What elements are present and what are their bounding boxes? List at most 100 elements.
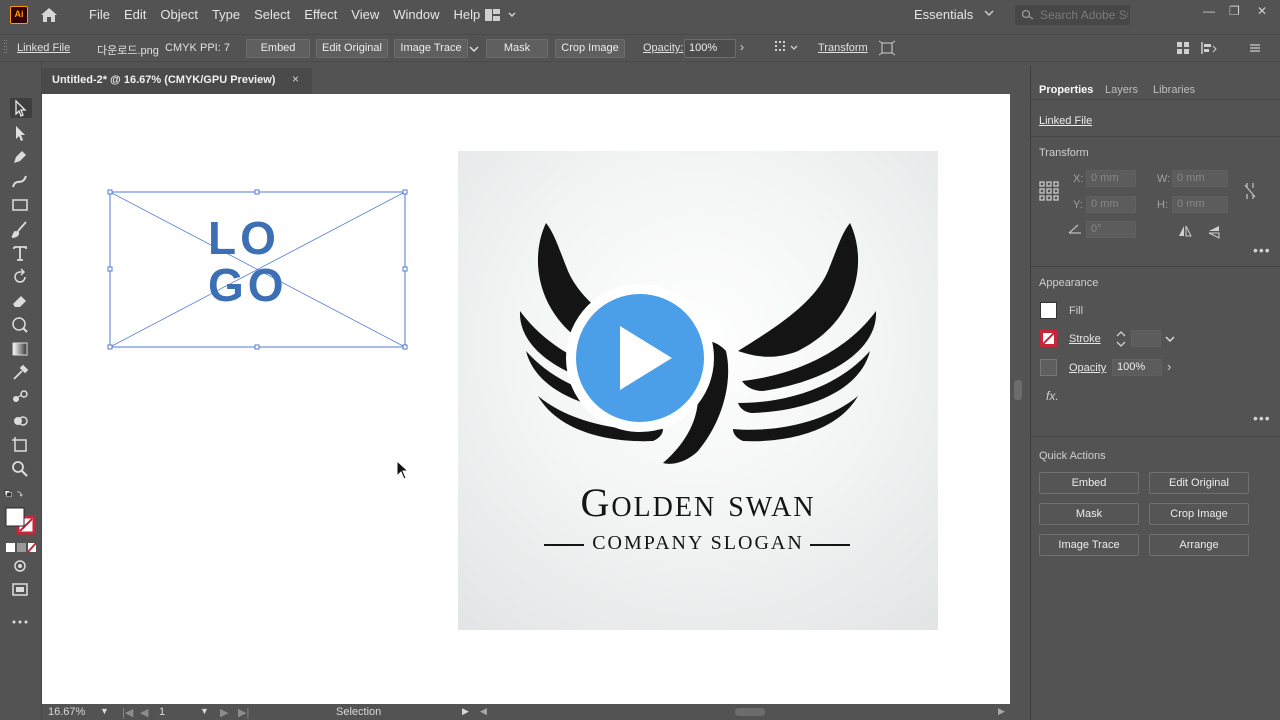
vertical-scrollbar[interactable] [1010,94,1026,704]
workspace-switcher[interactable]: Essentials [914,7,973,22]
scroll-left-icon[interactable]: ◀ [480,706,487,717]
direct-selection-tool-icon[interactable] [10,123,32,143]
x-field[interactable]: 0 mm [1086,170,1136,187]
image-trace-button[interactable]: Image Trace [394,39,468,58]
curvature-tool-icon[interactable] [10,171,32,191]
menu-file[interactable]: File [82,7,117,22]
align-icon[interactable] [774,40,800,56]
qa-embed-button[interactable]: Embed [1039,472,1139,494]
fill-stroke-swatch[interactable] [5,507,37,535]
opacity-field[interactable]: 100% [684,39,736,58]
menu-window[interactable]: Window [386,7,446,22]
close-window-icon[interactable]: ✕ [1257,4,1267,18]
next-artboard-icon[interactable]: ▶ [220,706,228,719]
chevron-down-icon[interactable] [984,9,994,20]
chevron-down-icon[interactable] [469,45,479,53]
eraser-tool-icon[interactable] [10,291,32,311]
tab-properties[interactable]: Properties [1039,84,1093,96]
color-mode-icons[interactable] [6,542,37,554]
status-arrow-icon[interactable]: ▶ [462,706,469,717]
qa-arrange-button[interactable]: Arrange [1149,534,1249,556]
stroke-label[interactable]: Stroke [1069,333,1101,345]
menu-type[interactable]: Type [205,7,247,22]
embed-button[interactable]: Embed [246,39,310,58]
isolate-icon[interactable] [878,40,896,56]
rotate-tool-icon[interactable] [10,267,32,287]
distribute-icon[interactable] [1200,41,1218,55]
stock-search[interactable]: Search Adobe Stock [1015,5,1130,25]
chevron-down-icon[interactable] [1165,335,1175,343]
chevron-down-icon[interactable]: ▼ [200,706,209,716]
prev-artboard-icon[interactable]: ◀ [140,706,148,719]
rectangle-tool-icon[interactable] [10,195,32,215]
artboard-number[interactable]: 1 [159,706,165,718]
pen-tool-icon[interactable] [10,147,32,167]
opacity-field[interactable]: 100% [1112,359,1162,376]
chevron-down-icon[interactable]: ▼ [100,706,109,716]
reference-point-icon[interactable] [1039,181,1059,201]
y-field[interactable]: 0 mm [1086,196,1136,213]
h-field[interactable]: 0 mm [1172,196,1228,213]
fill-swatch[interactable] [1040,302,1057,319]
more-options-icon[interactable]: ••• [1253,242,1271,258]
opacity-label[interactable]: Opacity [1069,362,1106,374]
tab-libraries[interactable]: Libraries [1153,84,1195,96]
more-options-icon[interactable]: ••• [1253,410,1271,426]
golden-swan-artwork[interactable]: Golden swan COMPANY SLOGAN [458,151,938,630]
first-artboard-icon[interactable]: |◀ [122,706,133,719]
qa-crop-image-button[interactable]: Crop Image [1149,503,1249,525]
shape-builder-tool-icon[interactable] [10,411,32,431]
eyedropper-tool-icon[interactable] [10,363,32,383]
menu-view[interactable]: View [344,7,386,22]
minimize-icon[interactable]: — [1203,4,1215,18]
linked-file-link[interactable]: Linked File [1039,115,1092,127]
swap-fill-stroke-icon[interactable] [4,484,40,504]
stroke-weight-field[interactable] [1131,330,1161,347]
artboard-tool-icon[interactable] [10,435,32,455]
gradient-tool-icon[interactable] [10,339,32,359]
menu-select[interactable]: Select [247,7,297,22]
transform-link[interactable]: Transform [818,42,868,54]
opacity-label[interactable]: Opacity: [643,42,683,54]
zoom-tool-icon[interactable] [10,459,32,479]
stroke-stepper-icon[interactable] [1115,330,1127,348]
document-tab[interactable]: Untitled-2* @ 16.67% (CMYK/GPU Preview) … [42,68,312,94]
tab-layers[interactable]: Layers [1105,84,1138,96]
angle-field[interactable]: 0° [1086,221,1136,238]
draw-mode-icon[interactable] [10,556,32,576]
horizontal-scrollbar-thumb[interactable] [735,708,765,716]
menu-help[interactable]: Help [446,7,487,22]
type-tool-icon[interactable] [10,243,32,263]
blend-tool-icon[interactable] [10,387,32,407]
screen-mode-icon[interactable] [10,580,32,600]
selection-tool-icon[interactable] [10,98,32,118]
home-icon[interactable] [38,5,60,25]
menu-object[interactable]: Object [153,7,205,22]
flip-vertical-icon[interactable] [1207,224,1221,240]
menu-effect[interactable]: Effect [297,7,344,22]
stroke-swatch[interactable] [1040,330,1057,347]
chevron-right-icon[interactable]: › [740,40,744,54]
scroll-right-icon[interactable]: ▶ [998,706,1005,717]
w-field[interactable]: 0 mm [1172,170,1228,187]
panel-menu-icon[interactable] [1248,41,1262,55]
fx-icon[interactable]: fx. [1046,389,1059,403]
arrange-documents-icon[interactable] [484,8,518,22]
qa-edit-original-button[interactable]: Edit Original [1149,472,1249,494]
edit-original-button[interactable]: Edit Original [316,39,388,58]
mask-button[interactable]: Mask [486,39,548,58]
zoom-level[interactable]: 16.67% [48,706,85,718]
qa-image-trace-button[interactable]: Image Trace [1039,534,1139,556]
warp-tool-icon[interactable] [10,315,32,335]
flip-horizontal-icon[interactable] [1177,224,1193,238]
last-artboard-icon[interactable]: ▶| [238,706,249,719]
linked-file-link[interactable]: Linked File [17,42,70,54]
scrollbar-thumb[interactable] [1014,380,1022,400]
menu-edit[interactable]: Edit [117,7,153,22]
crop-image-button[interactable]: Crop Image [555,39,625,58]
grid-view-icon[interactable] [1176,41,1190,55]
placed-logo-image[interactable]: LO GO [107,189,408,350]
constrain-proportions-icon[interactable] [1243,182,1257,200]
edit-toolbar-icon[interactable] [10,612,32,632]
restore-icon[interactable]: ❐ [1229,4,1240,18]
